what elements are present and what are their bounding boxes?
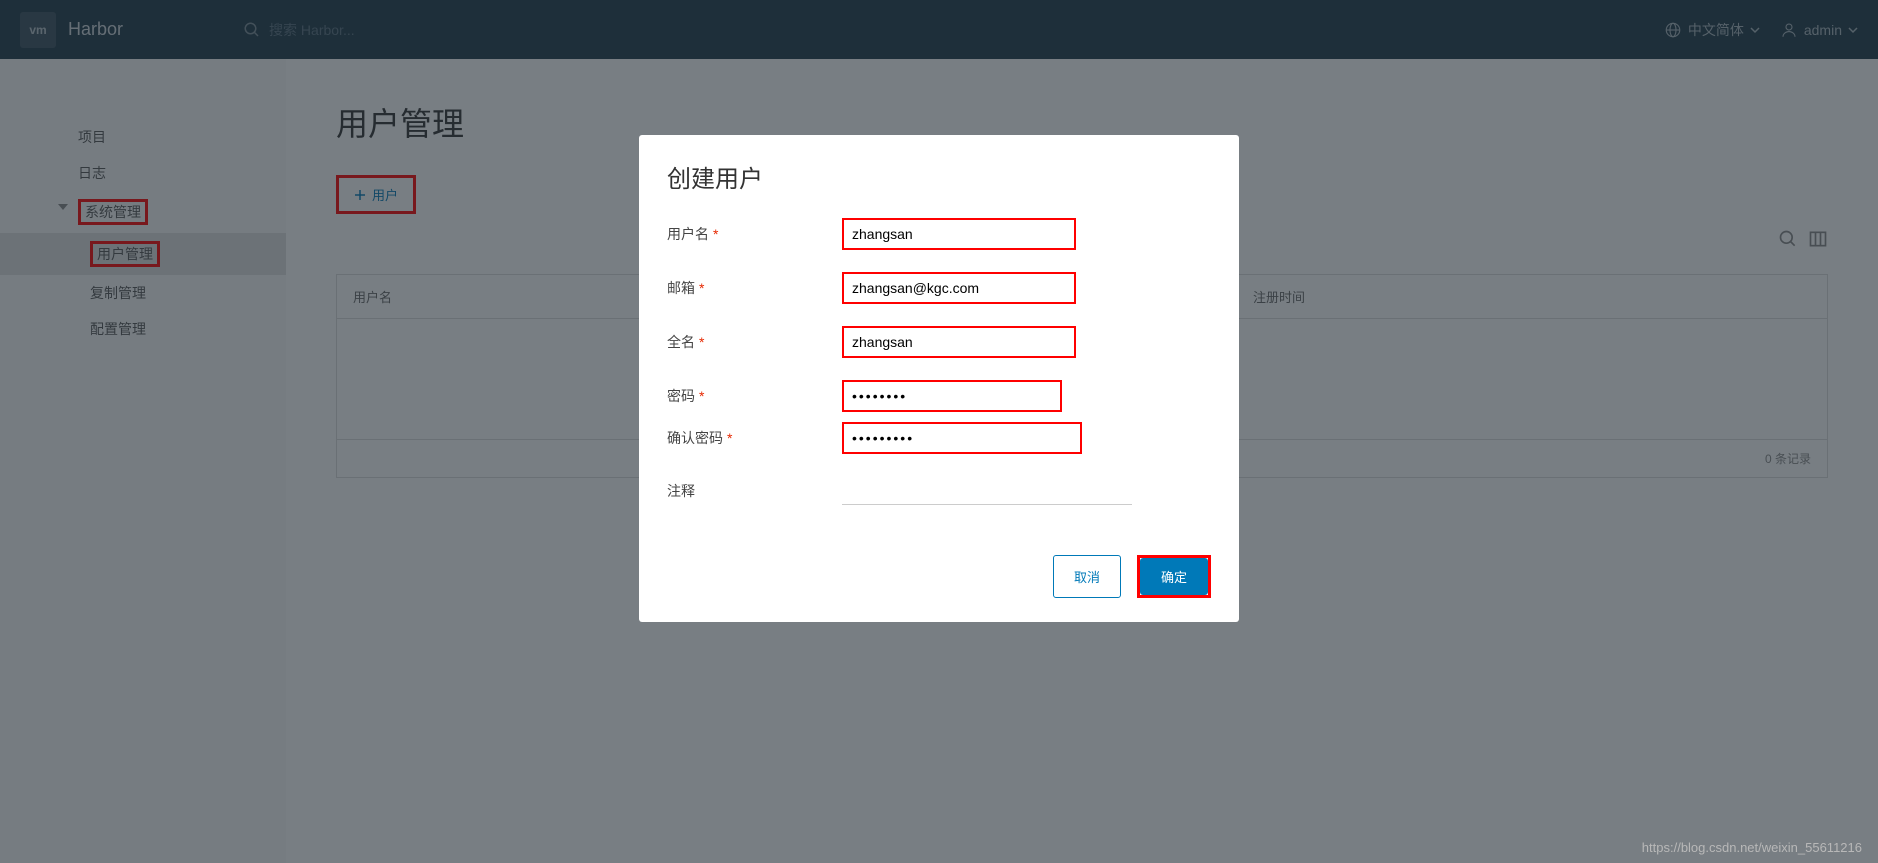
input-fullname[interactable] (844, 328, 1074, 356)
label-confirm-password: 确认密码* (667, 428, 842, 448)
label-password: 密码* (667, 386, 842, 406)
label-comment: 注释 (667, 481, 842, 501)
input-comment[interactable] (842, 476, 1132, 505)
watermark: https://blog.csdn.net/weixin_55611216 (1642, 840, 1862, 855)
input-password[interactable] (844, 382, 1054, 410)
label-username: 用户名* (667, 224, 842, 244)
label-fullname: 全名* (667, 332, 842, 352)
ok-button[interactable]: 确定 (1140, 558, 1208, 595)
modal-title: 创建用户 (667, 159, 1211, 194)
label-email: 邮箱* (667, 278, 842, 298)
input-confirm-password[interactable] (844, 424, 1074, 452)
cancel-button[interactable]: 取消 (1053, 555, 1121, 598)
input-username[interactable] (844, 220, 1074, 248)
input-email[interactable] (844, 274, 1074, 302)
modal-overlay: 创建用户 用户名* 邮箱* 全名* 密码* (0, 0, 1878, 863)
create-user-modal: 创建用户 用户名* 邮箱* 全名* 密码* (639, 135, 1239, 622)
